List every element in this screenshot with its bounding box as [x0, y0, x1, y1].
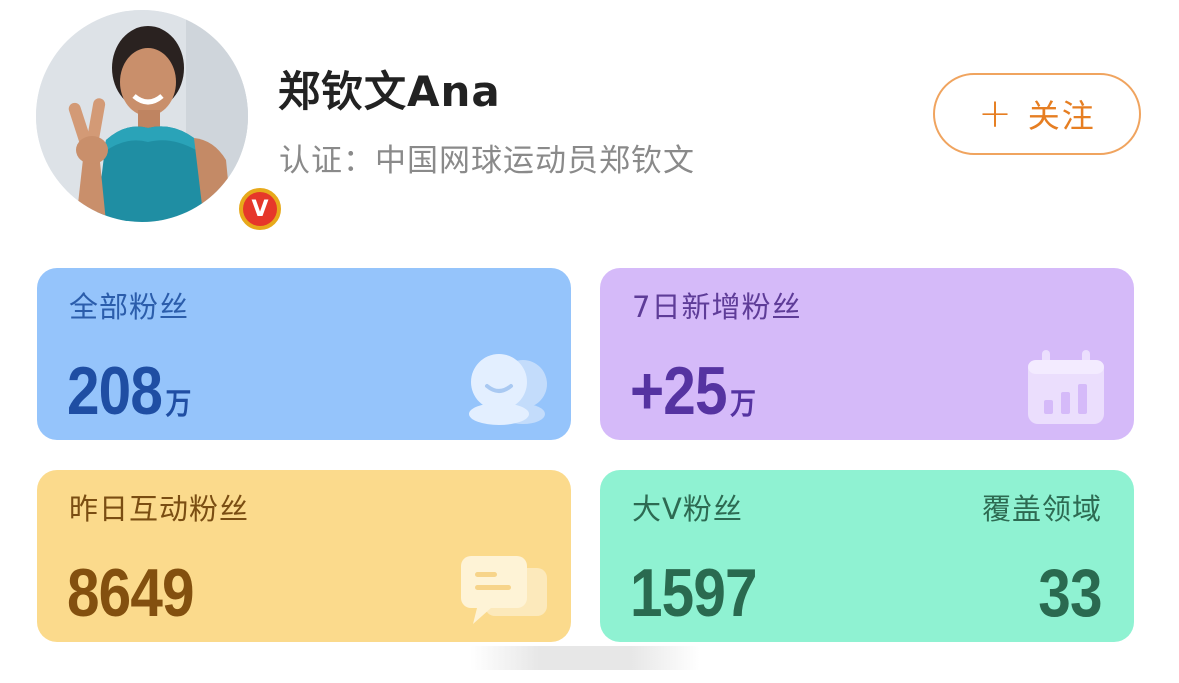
stat-value: +25 万 — [630, 352, 756, 430]
stat-number: 208 — [67, 353, 163, 429]
stat-card-new-fans[interactable]: 7日新增粉丝 +25 万 — [600, 268, 1134, 440]
fans-icon — [469, 354, 547, 425]
stat-label: 大V粉丝 — [632, 492, 743, 526]
watermark — [470, 646, 700, 670]
stat-label: 全部粉丝 — [69, 290, 190, 324]
stat-card-bigv-fans[interactable]: 大V粉丝 覆盖领域 1597 33 — [600, 470, 1134, 642]
stat-value: 8649 — [67, 554, 195, 632]
stat-number: +25 — [630, 353, 727, 429]
avatar[interactable] — [36, 10, 248, 222]
coverage-number: 33 — [1038, 555, 1103, 631]
stat-value: 208 万 — [67, 352, 191, 430]
plus-icon: + — [978, 91, 1014, 137]
avatar-container[interactable]: V — [36, 10, 284, 233]
stat-label: 7日新增粉丝 — [632, 290, 802, 324]
coverage-label: 覆盖领域 — [981, 492, 1102, 526]
follow-button[interactable]: + 关注 — [933, 73, 1141, 155]
coverage-value: 33 — [1038, 554, 1103, 632]
stat-value: 1597 — [630, 554, 758, 632]
stat-number: 1597 — [630, 555, 758, 631]
stat-unit: 万 — [165, 387, 192, 422]
calendar-chart-icon — [1028, 350, 1104, 424]
stat-unit: 万 — [730, 387, 756, 422]
verification-text: 认证：中国网球运动员郑钦文 — [279, 143, 695, 179]
stat-card-interaction-fans[interactable]: 昨日互动粉丝 8649 — [37, 470, 571, 642]
verified-badge-icon: V — [236, 185, 284, 233]
profile-name: 郑钦文Ana — [278, 67, 501, 116]
stat-label: 昨日互动粉丝 — [69, 492, 250, 526]
follow-label: 关注 — [1027, 97, 1096, 135]
verified-badge-letter: V — [243, 192, 277, 226]
stat-card-total-fans[interactable]: 全部粉丝 208 万 — [37, 268, 571, 440]
comment-icon — [461, 556, 547, 624]
avatar-photo — [36, 10, 248, 222]
stat-number: 8649 — [67, 555, 195, 631]
